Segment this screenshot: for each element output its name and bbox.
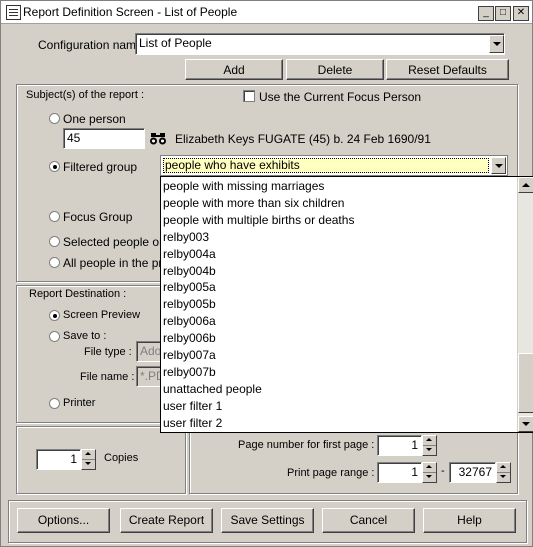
copies-spinner[interactable] (81, 449, 96, 470)
config-label: Configuration name (38, 38, 143, 52)
save-settings-button[interactable]: Save Settings (221, 508, 314, 533)
first-page-value: 1 (411, 438, 418, 452)
filter-dropdown-list[interactable]: people with missing marriages people with… (160, 176, 533, 433)
copies-input[interactable]: 1 (36, 449, 81, 470)
filter-option[interactable]: relby004b (163, 264, 216, 278)
range-to-down-button[interactable] (497, 473, 510, 482)
range-to-value: 32767 (458, 465, 492, 479)
maximize-button[interactable]: □ (495, 6, 511, 21)
filter-option[interactable]: unattached people (163, 382, 262, 396)
range-from-value: 1 (411, 465, 418, 479)
first-page-up-button[interactable] (423, 436, 436, 446)
create-report-button[interactable]: Create Report (120, 508, 213, 533)
filter-option[interactable]: people with more than six children (163, 196, 344, 210)
person-id-value: 45 (67, 131, 81, 145)
filtered-group-label: Filtered group (63, 160, 138, 174)
range-from-input[interactable]: 1 (377, 462, 422, 483)
scroll-thumb[interactable] (518, 353, 533, 413)
first-page-input[interactable]: 1 (377, 435, 422, 456)
range-separator: - (441, 465, 445, 477)
first-page-spinner[interactable] (422, 435, 437, 456)
filter-option[interactable]: relby007a (163, 348, 216, 362)
pages-group (189, 426, 518, 494)
filter-option[interactable]: relby005a (163, 280, 216, 294)
first-page-label: Page number for first page : (238, 439, 375, 451)
selected-people-label: Selected people on t (63, 235, 173, 249)
filter-dropdown-arrow[interactable] (491, 157, 506, 174)
scroll-down-button[interactable] (518, 416, 533, 432)
close-button[interactable]: ✕ (513, 6, 529, 21)
filter-option[interactable]: user filter 1 (163, 399, 222, 413)
filter-option[interactable]: relby006b (163, 331, 216, 345)
binoculars-icon[interactable] (149, 130, 167, 147)
printer-label: Printer (63, 397, 96, 409)
config-value: List of People (139, 36, 212, 50)
range-label: Print page range : (287, 467, 375, 479)
title-bar: Report Definition Screen - List of Peopl… (1, 1, 532, 24)
focus-group-label: Focus Group (63, 210, 133, 224)
save-to-label: Save to : (63, 330, 107, 342)
range-from-up-button[interactable] (423, 463, 436, 473)
add-button[interactable]: Add (185, 59, 283, 80)
window-title: Report Definition Screen - List of Peopl… (23, 5, 238, 19)
screen-preview-label: Screen Preview (63, 309, 141, 321)
first-page-down-button[interactable] (423, 446, 436, 455)
filter-option[interactable]: relby005b (163, 297, 216, 311)
copies-label: Copies (104, 452, 139, 464)
range-to-up-button[interactable] (497, 463, 510, 473)
range-from-down-button[interactable] (423, 473, 436, 482)
file-type-label: File type : (84, 346, 132, 358)
config-dropdown-arrow[interactable] (489, 35, 504, 53)
all-people-radio[interactable] (49, 257, 60, 268)
config-select[interactable]: List of People (135, 33, 505, 55)
range-to-spinner[interactable] (496, 462, 511, 483)
use-focus-checkbox[interactable] (243, 90, 255, 102)
filter-option[interactable]: people with missing marriages (163, 179, 324, 193)
selected-people-radio[interactable] (49, 236, 60, 247)
filter-option[interactable]: user filter 2 (163, 416, 222, 430)
copies-up-button[interactable] (82, 450, 95, 460)
scroll-up-button[interactable] (518, 177, 533, 193)
all-people-label: All people in the pro (63, 256, 170, 270)
filtered-group-radio[interactable] (49, 161, 60, 172)
filter-option[interactable]: relby003 (163, 230, 209, 244)
filter-option[interactable]: relby004a (163, 247, 216, 261)
save-to-radio[interactable] (49, 331, 60, 342)
screen-preview-radio[interactable] (49, 310, 60, 321)
app-icon (6, 5, 21, 20)
filter-option[interactable]: relby007b (163, 365, 216, 379)
dropdown-scrollbar[interactable] (517, 177, 533, 432)
options-button[interactable]: Options... (17, 508, 110, 533)
filter-option[interactable]: relby006a (163, 314, 216, 328)
file-name-label: File name : (80, 371, 135, 383)
copies-value: 1 (70, 452, 77, 466)
delete-button[interactable]: Delete (286, 59, 384, 80)
copies-down-button[interactable] (82, 460, 95, 469)
one-person-radio[interactable] (49, 113, 60, 124)
focus-group-radio[interactable] (49, 211, 60, 222)
filter-select[interactable]: people who have exhibits (160, 155, 508, 176)
range-from-spinner[interactable] (422, 462, 437, 483)
subjects-heading: Subject(s) of the report : (26, 89, 144, 101)
help-button[interactable]: Help (423, 508, 516, 533)
destination-heading: Report Destination : (29, 288, 127, 300)
cancel-button[interactable]: Cancel (322, 508, 415, 533)
reset-defaults-button[interactable]: Reset Defaults (386, 59, 509, 80)
printer-radio[interactable] (49, 398, 60, 409)
range-to-input[interactable]: 32767 (449, 462, 496, 483)
one-person-label: One person (63, 112, 126, 126)
person-id-input[interactable]: 45 (63, 128, 145, 149)
filter-selected-value: people who have exhibits (163, 158, 489, 173)
file-type-value: Ado (140, 344, 162, 358)
filter-option[interactable]: people with multiple births or deaths (163, 213, 354, 227)
use-focus-label: Use the Current Focus Person (259, 90, 422, 104)
person-description: Elizabeth Keys FUGATE (45) b. 24 Feb 169… (175, 132, 431, 146)
minimize-button[interactable]: _ (478, 6, 494, 21)
